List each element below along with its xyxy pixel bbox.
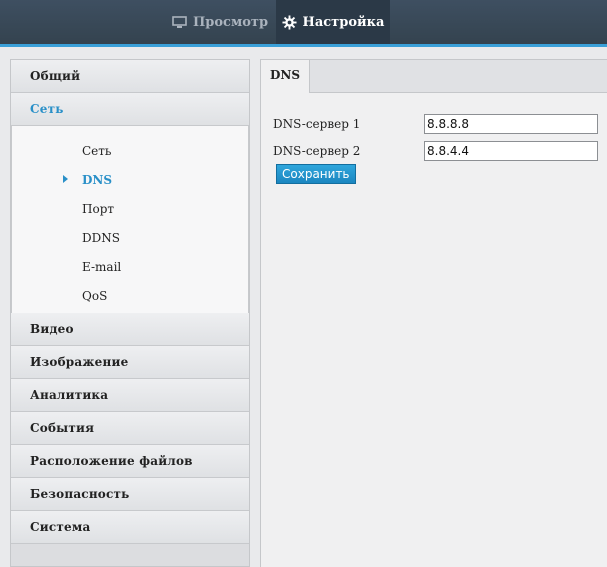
nav-settings-tab[interactable]: Настройка — [276, 0, 390, 44]
submenu-port[interactable]: Порт — [12, 194, 248, 223]
settings-sidebar: Общий Сеть Сеть DNS Порт DDNS E-mail QoS… — [10, 59, 250, 567]
dns1-row: DNS-сервер 1 — [273, 114, 598, 134]
monitor-icon — [172, 15, 187, 29]
gear-icon — [282, 14, 297, 30]
menu-analytics[interactable]: Аналитика — [11, 379, 249, 412]
dns-settings-panel: DNS DNS-сервер 1 DNS-сервер 2 Сохранить — [260, 59, 607, 567]
nav-view-label: Просмотр — [193, 14, 269, 30]
menu-events[interactable]: События — [11, 412, 249, 445]
menu-security[interactable]: Безопасность — [11, 478, 249, 511]
submenu-qos[interactable]: QoS — [12, 281, 248, 310]
menu-video[interactable]: Видео — [11, 313, 249, 346]
menu-system[interactable]: Система — [11, 511, 249, 544]
submenu-email[interactable]: E-mail — [12, 252, 248, 281]
tab-bar: DNS — [261, 60, 607, 93]
submenu-ddns[interactable]: DDNS — [12, 223, 248, 252]
menu-general[interactable]: Общий — [11, 60, 249, 93]
dns2-row: DNS-сервер 2 — [273, 141, 598, 161]
menu-image[interactable]: Изображение — [11, 346, 249, 379]
top-bar: Просмотр Настройка — [0, 0, 607, 47]
nav-settings-label: Настройка — [302, 14, 385, 30]
dns1-input[interactable] — [424, 114, 598, 134]
dns2-input[interactable] — [424, 141, 598, 161]
submenu-dns-label: DNS — [82, 172, 113, 187]
tab-dns[interactable]: DNS — [261, 60, 310, 93]
dns2-label: DNS-сервер 2 — [273, 144, 361, 158]
network-submenu: Сеть DNS Порт DDNS E-mail QoS — [11, 126, 249, 313]
dns1-label: DNS-сервер 1 — [273, 117, 361, 131]
submenu-dns[interactable]: DNS — [12, 165, 248, 194]
submenu-network[interactable]: Сеть — [12, 136, 248, 165]
menu-network[interactable]: Сеть — [11, 93, 249, 126]
active-arrow-icon — [63, 175, 68, 183]
menu-file-location[interactable]: Расположение файлов — [11, 445, 249, 478]
nav-view-tab[interactable]: Просмотр — [172, 0, 268, 44]
save-button[interactable]: Сохранить — [276, 164, 356, 184]
